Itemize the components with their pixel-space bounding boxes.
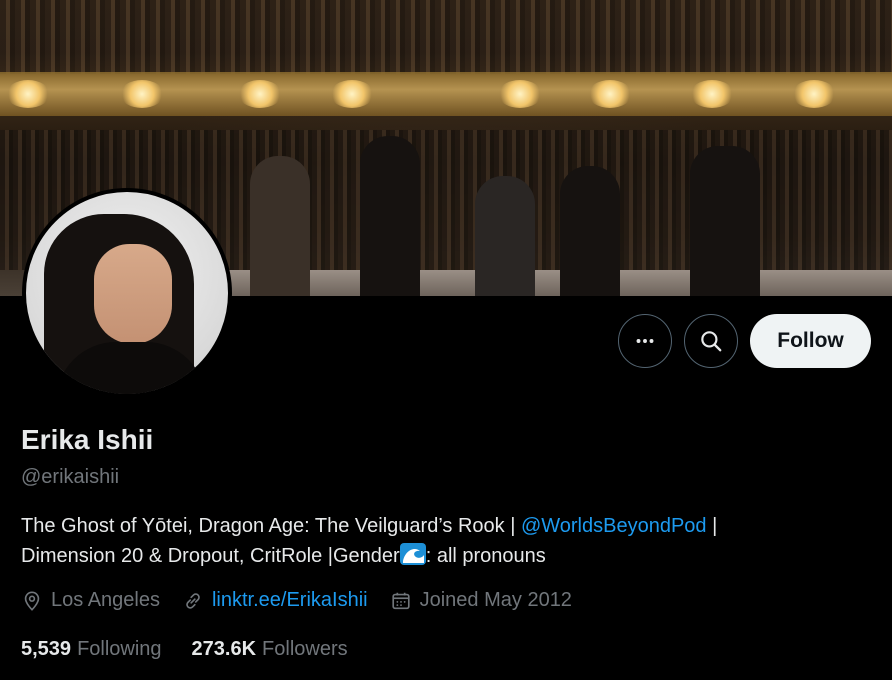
- profile-avatar[interactable]: [22, 188, 232, 398]
- profile-meta: Los Angeles linktr.ee/ErikaIshii Joined …: [21, 589, 594, 612]
- followers-link[interactable]: 273.6K Followers: [192, 638, 348, 661]
- banner-performer: [475, 176, 535, 296]
- search-icon: [701, 331, 722, 352]
- following-link[interactable]: 5,539 Following: [21, 638, 162, 661]
- more-dots-icon: [636, 339, 654, 343]
- banner-performer: [360, 136, 420, 296]
- banner-performer: [250, 156, 310, 296]
- followers-label: Followers: [262, 638, 348, 660]
- follow-stats: 5,539 Following 273.6K Followers: [21, 638, 378, 661]
- bio-text: Dimension 20 & Dropout, CritRole |Gender: [21, 545, 400, 567]
- website-item: linktr.ee/ErikaIshii: [182, 589, 368, 612]
- joined-date: Joined May 2012: [419, 589, 572, 611]
- more-options-button[interactable]: [618, 314, 672, 368]
- joined-item: Joined May 2012: [390, 589, 572, 612]
- display-name: Erika Ishii: [21, 424, 154, 455]
- banner-lamp: [6, 80, 50, 108]
- link-icon: [186, 592, 200, 609]
- bio-text: |: [706, 515, 718, 537]
- search-posts-button[interactable]: [684, 314, 738, 368]
- banner-lamp: [690, 80, 734, 108]
- banner-stage: [220, 270, 892, 296]
- banner-lamp: [330, 80, 374, 108]
- bio-mention-link[interactable]: @WorldsBeyondPod: [521, 515, 707, 537]
- banner-performer: [690, 146, 760, 296]
- banner-lamp: [238, 80, 282, 108]
- banner-performer: [560, 166, 620, 296]
- banner-lamp: [588, 80, 632, 108]
- location-text: Los Angeles: [51, 589, 160, 611]
- banner-lamp: [792, 80, 836, 108]
- profile-bio: The Ghost of Yōtei, Dragon Age: The Veil…: [21, 511, 881, 571]
- bio-text: : all pronouns: [425, 545, 546, 567]
- avatar-face: [94, 244, 172, 344]
- banner-balcony-crowd: [0, 0, 892, 74]
- bio-text: The Ghost of Yōtei, Dragon Age: The Veil…: [21, 515, 521, 537]
- following-label: Following: [77, 638, 162, 660]
- followers-count: 273.6K: [191, 638, 257, 660]
- user-handle: @erikaishii: [21, 466, 120, 488]
- calendar-icon: [391, 592, 410, 609]
- location-pin-icon: [24, 590, 40, 611]
- banner-lamp: [120, 80, 164, 108]
- follow-button[interactable]: Follow: [750, 314, 871, 368]
- website-link[interactable]: linktr.ee/ErikaIshii: [212, 589, 368, 612]
- following-count: 5,539: [21, 638, 72, 660]
- wave-emoji-icon: [399, 543, 426, 565]
- banner-lamp: [498, 80, 542, 108]
- location-item: Los Angeles: [21, 589, 160, 612]
